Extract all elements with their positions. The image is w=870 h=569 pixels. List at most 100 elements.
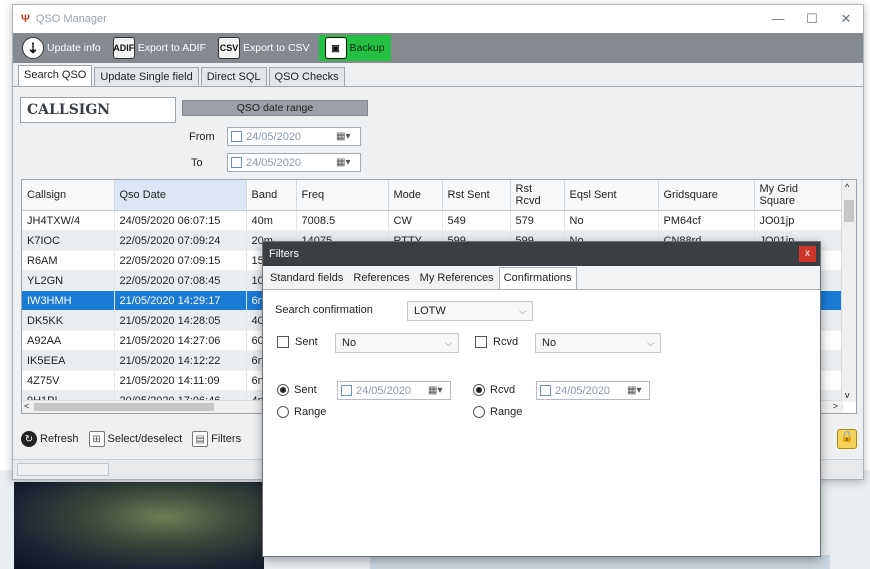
rcvd-range-radio-button[interactable]: [473, 406, 485, 418]
to-date-checkbox[interactable]: [231, 157, 242, 168]
backup-button[interactable]: ▣ Backup: [318, 35, 391, 61]
table-cell: 21/05/2020 14:11:09: [114, 370, 247, 391]
column-header[interactable]: Qso Date: [114, 180, 247, 211]
app-icon: Ψ: [21, 13, 30, 25]
tab-search-qso[interactable]: Search QSO: [18, 65, 93, 86]
calendar-dropdown-icon[interactable]: ▦▾: [336, 157, 360, 168]
lock-icon[interactable]: 🔒: [837, 429, 857, 449]
table-cell: 7008.5: [296, 210, 389, 231]
tab-direct-sql[interactable]: Direct SQL: [200, 67, 267, 86]
calendar-dropdown-icon[interactable]: ▦▾: [627, 385, 649, 396]
column-header[interactable]: Gridsquare: [658, 180, 755, 211]
tab-standard-fields[interactable]: Standard fields: [265, 267, 348, 289]
column-header[interactable]: Rst Sent: [442, 180, 511, 211]
sent-date-radio-label: Sent: [294, 384, 317, 396]
table-cell: K7IOC: [22, 230, 115, 251]
to-date-picker[interactable]: 24/05/2020 ▦▾: [227, 153, 361, 172]
scroll-right-arrow-icon[interactable]: >: [833, 401, 838, 411]
update-info-label: Update info: [47, 42, 101, 54]
qso-date-range-header: QSO date range: [182, 100, 368, 116]
search-panel: CALLSIGN QSO date range From 24/05/2020 …: [13, 87, 863, 179]
dialog-tabs: Standard fields References My References…: [263, 266, 820, 290]
export-csv-button[interactable]: CSV Export to CSV: [215, 35, 313, 61]
rcvd-checkbox[interactable]: Rcvd: [475, 336, 518, 348]
search-confirmation-select[interactable]: LOTW ⌵: [407, 301, 533, 321]
dialog-title: Filters: [269, 248, 299, 260]
table-cell: JH4TXW/4: [22, 210, 115, 231]
callsign-input[interactable]: CALLSIGN: [20, 97, 176, 123]
window-controls: — ☐ ✕: [761, 11, 863, 27]
from-label: From: [189, 131, 215, 143]
sent-checkbox[interactable]: Sent: [277, 336, 318, 348]
tab-confirmations[interactable]: Confirmations: [498, 267, 577, 289]
calendar-dropdown-icon[interactable]: ▦▾: [428, 385, 450, 396]
column-header[interactable]: Callsign: [22, 180, 115, 211]
rcvd-checkbox-box[interactable]: [475, 336, 487, 348]
map-image: [370, 555, 830, 569]
horizontal-scroll-thumb[interactable]: [34, 403, 214, 411]
filter-icon: ▤: [192, 431, 209, 447]
rcvd-date-radio[interactable]: Rcvd: [473, 384, 515, 396]
sent-checkbox-box[interactable]: [277, 336, 289, 348]
update-info-button[interactable]: ⇣ Update info: [19, 35, 104, 61]
sent-date-picker[interactable]: 24/05/2020 ▦▾: [337, 381, 451, 400]
rcvd-range-label: Range: [490, 406, 523, 418]
scroll-down-arrow-icon[interactable]: v: [845, 390, 850, 400]
sent-date-radio[interactable]: Sent: [277, 384, 317, 396]
table-cell: CW: [388, 210, 443, 231]
cloud-download-icon: ⇣: [22, 37, 44, 59]
sent-date-radio-button[interactable]: [277, 384, 289, 396]
rcvd-date-picker[interactable]: 24/05/2020 ▦▾: [536, 381, 650, 400]
sent-date-checkbox[interactable]: [341, 385, 352, 396]
sent-select-value: No: [342, 337, 357, 349]
column-header[interactable]: My Grid Square: [754, 180, 843, 211]
refresh-button[interactable]: ↻ Refresh: [21, 431, 79, 447]
chevron-down-icon: ⌵: [647, 337, 654, 348]
table-cell: 22/05/2020 07:09:15: [114, 250, 247, 271]
tab-references[interactable]: References: [348, 267, 414, 289]
tab-update-single-field[interactable]: Update Single field: [94, 67, 199, 86]
minimize-button[interactable]: —: [761, 11, 795, 27]
export-adif-button[interactable]: ADIF Export to ADIF: [110, 35, 209, 61]
table-cell: 4Z75V: [22, 370, 115, 391]
sent-range-radio[interactable]: Range: [277, 406, 326, 418]
header-row: Callsign Qso Date Band Freq Mode Rst Sent Rst …: [22, 180, 843, 211]
from-date-picker[interactable]: 24/05/2020 ▦▾: [227, 127, 361, 146]
column-header[interactable]: Mode: [388, 180, 443, 211]
to-label: To: [191, 157, 203, 169]
sent-select[interactable]: No ⌵: [335, 333, 459, 353]
scroll-left-arrow-icon[interactable]: <: [24, 401, 29, 411]
sent-range-radio-button[interactable]: [277, 406, 289, 418]
filters-button[interactable]: ▤ Filters: [192, 431, 241, 447]
calendar-dropdown-icon[interactable]: ▦▾: [336, 131, 360, 142]
grid-select-icon: ⊞: [88, 431, 105, 447]
rcvd-range-radio[interactable]: Range: [473, 406, 522, 418]
rcvd-date-value: 24/05/2020: [555, 384, 611, 397]
column-header[interactable]: Rst Rcvd: [510, 180, 565, 211]
search-confirmation-value: LOTW: [414, 305, 446, 317]
vertical-scrollbar[interactable]: ^ v: [841, 180, 856, 402]
maximize-button[interactable]: ☐: [795, 11, 829, 27]
from-date-checkbox[interactable]: [231, 131, 242, 142]
table-cell: 21/05/2020 14:29:17: [114, 290, 247, 311]
table-cell: YL2GN: [22, 270, 115, 291]
column-header[interactable]: Freq: [296, 180, 389, 211]
table-row[interactable]: JH4TXW/4 24/05/2020 06:07:15 40m 7008.5 CW 54…: [22, 210, 843, 231]
tab-qso-checks[interactable]: QSO Checks: [268, 67, 345, 86]
column-header[interactable]: Band: [246, 180, 297, 211]
scroll-up-arrow-icon[interactable]: ^: [845, 182, 849, 192]
filters-dialog: Filters x Standard fields References My …: [262, 241, 821, 557]
dialog-close-button[interactable]: x: [799, 246, 816, 262]
tab-my-references[interactable]: My References: [415, 267, 499, 289]
window-title: QSO Manager: [35, 13, 107, 25]
column-header[interactable]: Eqsl Sent: [564, 180, 659, 211]
table-cell: JO01jp: [754, 210, 843, 231]
rcvd-date-checkbox[interactable]: [540, 385, 551, 396]
rcvd-checkbox-label: Rcvd: [493, 336, 519, 348]
rcvd-date-radio-button[interactable]: [473, 384, 485, 396]
vertical-scroll-thumb[interactable]: [844, 200, 854, 222]
table-cell: PM64cf: [658, 210, 755, 231]
rcvd-select[interactable]: No ⌵: [535, 333, 661, 353]
select-deselect-button[interactable]: ⊞ Select/deselect: [88, 431, 182, 447]
close-button[interactable]: ✕: [829, 11, 863, 27]
